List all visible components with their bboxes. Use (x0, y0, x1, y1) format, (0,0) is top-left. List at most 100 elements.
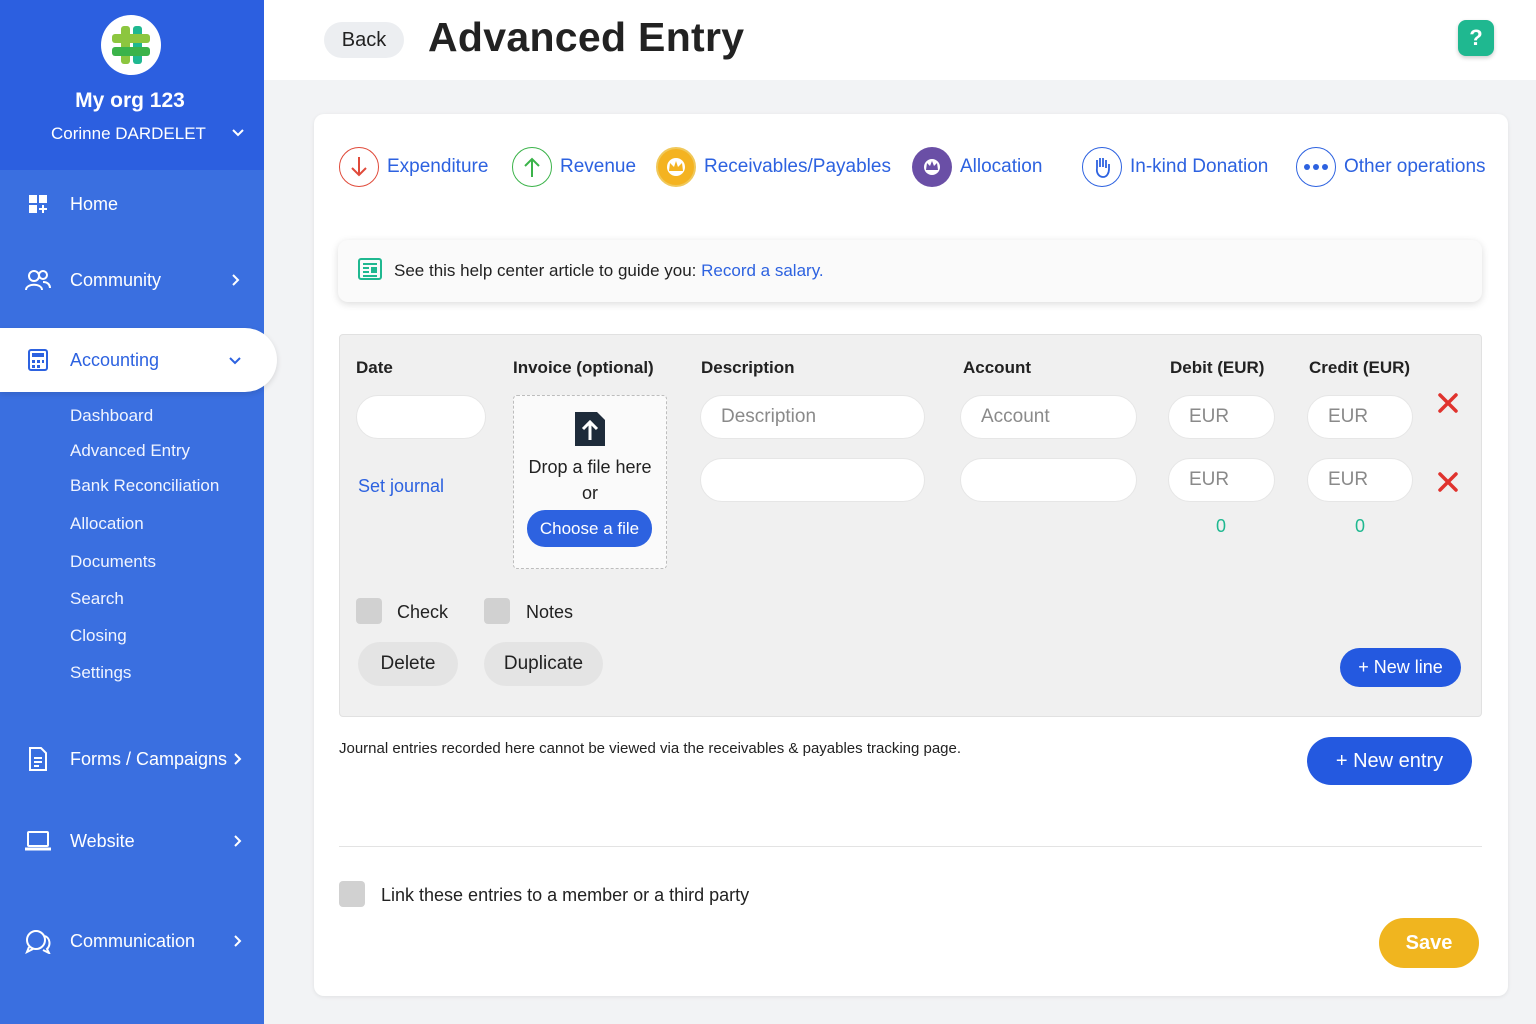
subnav-search[interactable]: Search (70, 589, 124, 609)
org-logo[interactable] (101, 15, 161, 75)
col-credit: Credit (EUR) (1309, 358, 1411, 377)
subnav-advanced-entry[interactable]: Advanced Entry (70, 441, 190, 461)
nav-forms-label: Forms / Campaigns (70, 748, 228, 769)
subnav-closing[interactable]: Closing (70, 626, 127, 646)
nav-accounting-label: Accounting (70, 349, 160, 370)
user-name[interactable]: Corinne DARDELET (51, 124, 206, 144)
arrow-down-icon (339, 147, 379, 187)
arrow-up-icon (512, 147, 552, 187)
credit-total: 0 (1355, 516, 1366, 536)
chevron-right-icon (234, 935, 242, 947)
col-description: Description (701, 358, 795, 377)
calculator-icon (24, 346, 52, 374)
back-button[interactable]: Back (324, 22, 404, 58)
home-grid-icon (24, 190, 52, 218)
notes-checkbox[interactable] (484, 598, 510, 624)
nav-communication-label: Communication (70, 930, 196, 951)
dropzone-line1: Drop a file here (528, 457, 652, 477)
chevron-right-icon (234, 753, 242, 765)
chevron-right-icon (234, 835, 242, 847)
op-other-label: Other operations (1344, 156, 1486, 177)
op-other-operations[interactable]: Other operations (1296, 146, 1486, 188)
help-banner-text: See this help center article to guide yo… (394, 261, 824, 281)
op-receivables-payables[interactable]: Receivables/Payables (656, 146, 891, 188)
help-banner-label: See this help center article to guide yo… (394, 261, 697, 280)
col-date: Date (356, 358, 393, 377)
choose-file-button[interactable]: Choose a file (527, 510, 652, 547)
page-title: Advanced Entry (428, 14, 745, 60)
invoice-dropzone[interactable]: Drop a file here or Choose a file (513, 395, 667, 569)
chevron-down-icon[interactable] (230, 124, 246, 140)
col-account: Account (963, 358, 1031, 377)
description-input[interactable]: Description (700, 395, 925, 439)
org-header: My org 123 Corinne DARDELET (0, 0, 264, 170)
description-input[interactable] (700, 458, 925, 502)
org-name: My org 123 (75, 89, 185, 112)
chevron-right-icon (232, 274, 240, 286)
op-receivables-label: Receivables/Payables (704, 156, 891, 177)
nav-accounting-row: Accounting (0, 332, 264, 388)
subnav-documents[interactable]: Documents (70, 552, 156, 572)
help-icon[interactable]: ? (1458, 20, 1494, 56)
op-revenue[interactable]: Revenue (512, 146, 636, 188)
duplicate-button[interactable]: Duplicate (484, 642, 603, 686)
op-expenditure-label: Expenditure (387, 156, 489, 177)
nav-home-label: Home (70, 193, 119, 214)
link-entries-checkbox[interactable] (339, 881, 365, 907)
document-icon (24, 745, 52, 773)
account-input[interactable]: Account (960, 395, 1137, 439)
nav-website-label: Website (70, 830, 135, 851)
users-icon (24, 266, 52, 294)
nav-community[interactable]: Community (0, 252, 264, 308)
col-invoice: Invoice (optional) (513, 358, 654, 377)
nav-home[interactable]: Home (0, 176, 264, 232)
laptop-icon (24, 827, 52, 855)
more-dots-icon (1296, 147, 1336, 187)
op-revenue-label: Revenue (560, 156, 637, 177)
credit-input[interactable]: EUR (1307, 458, 1413, 502)
op-in-kind-donation[interactable]: In-kind Donation (1082, 146, 1268, 188)
debit-input[interactable]: EUR (1168, 458, 1275, 502)
save-button[interactable]: Save (1379, 918, 1479, 968)
subnav-settings[interactable]: Settings (70, 663, 131, 683)
subnav-allocation[interactable]: Allocation (70, 514, 144, 534)
credit-input[interactable]: EUR (1307, 395, 1413, 439)
op-allocation[interactable]: Allocation (912, 146, 1042, 188)
nav-forms-campaigns[interactable]: Forms / Campaigns (0, 731, 264, 787)
op-allocation-label: Allocation (960, 156, 1043, 177)
dropzone-text: Drop a file here or (514, 454, 666, 506)
delete-line-x-icon[interactable] (1436, 391, 1460, 415)
new-line-button[interactable]: + New line (1340, 648, 1461, 687)
link-entries-label: Link these entries to a member or a thir… (381, 885, 750, 905)
article-icon (358, 258, 382, 285)
op-expenditure[interactable]: Expenditure (339, 146, 488, 188)
subnav-bank-reconciliation[interactable]: Bank Reconciliation (70, 476, 219, 496)
debit-total: 0 (1216, 516, 1227, 536)
hand-icon (1082, 147, 1122, 187)
help-article-link[interactable]: Record a salary. (701, 261, 824, 280)
new-entry-button[interactable]: + New entry (1307, 737, 1472, 785)
help-banner: See this help center article to guide yo… (338, 240, 1482, 302)
crown-icon (656, 147, 696, 187)
chat-bubbles-icon (24, 927, 52, 955)
op-in-kind-label: In-kind Donation (1130, 156, 1269, 177)
check-checkbox[interactable] (356, 598, 382, 624)
delete-line-x-icon[interactable] (1436, 470, 1460, 494)
divider (339, 846, 1482, 847)
sidebar: My org 123 Corinne DARDELET Home Communi… (0, 0, 277, 1024)
subnav-dashboard[interactable]: Dashboard (70, 406, 153, 426)
col-debit: Debit (EUR) (1170, 358, 1265, 377)
nav-community-label: Community (70, 269, 162, 290)
receivables-note: Journal entries recorded here cannot be … (339, 740, 962, 757)
nav-website[interactable]: Website (0, 813, 264, 869)
debit-input[interactable]: EUR (1168, 395, 1275, 439)
file-upload-icon (575, 412, 605, 446)
check-label: Check (397, 602, 449, 622)
set-journal-link[interactable]: Set journal (358, 476, 444, 497)
nav-communication[interactable]: Communication (0, 913, 264, 969)
delete-button[interactable]: Delete (358, 642, 458, 686)
nav-accounting[interactable]: Accounting (0, 328, 277, 392)
account-input[interactable] (960, 458, 1137, 502)
date-input[interactable] (356, 395, 486, 439)
notes-label: Notes (526, 602, 574, 622)
